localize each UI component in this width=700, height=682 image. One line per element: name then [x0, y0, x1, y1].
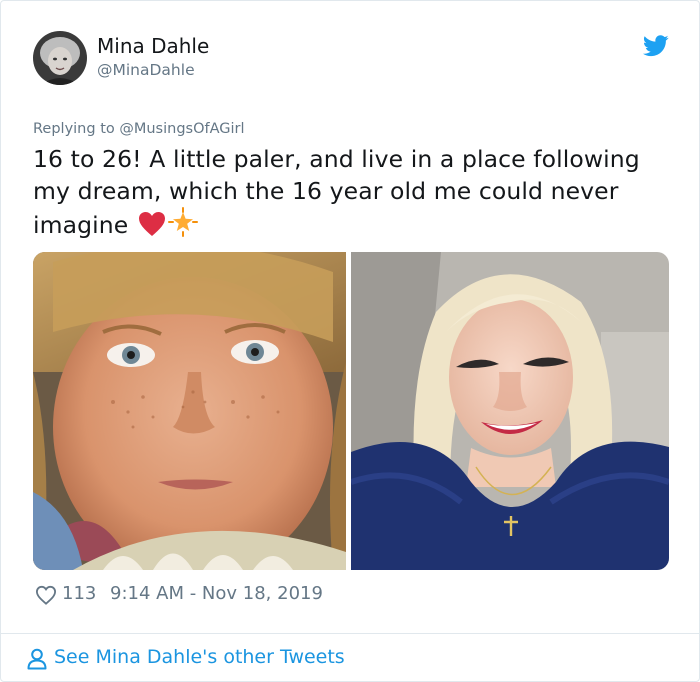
current-self-photo[interactable] — [351, 252, 669, 570]
author-display-name[interactable]: Mina Dahle — [97, 34, 209, 58]
reply-context: Replying to @MusingsOfAGirl — [33, 121, 245, 137]
tweet-media — [33, 252, 669, 570]
tweet-header: Mina Dahle @MinaDahle — [33, 31, 673, 91]
tweet-card: Mina Dahle @MinaDahle Replying to @Musin… — [0, 0, 700, 682]
reply-mention-link[interactable]: @MusingsOfAGirl — [119, 121, 244, 137]
red-heart-icon — [138, 211, 166, 245]
like-count[interactable]: 113 — [62, 583, 96, 604]
twitter-bird-icon[interactable] — [643, 35, 669, 57]
author-handle[interactable]: @MinaDahle — [97, 61, 195, 79]
younger-self-photo[interactable] — [33, 252, 346, 570]
tweet-body: 16 to 26! A little paler, and live in a … — [33, 145, 640, 239]
avatar[interactable] — [33, 31, 87, 85]
tweet-meta: 113 9:14 AM - Nov 18, 2019 — [33, 583, 673, 609]
heart-outline-icon[interactable] — [35, 585, 57, 610]
footer-link-label[interactable]: See Mina Dahle's other Tweets — [54, 646, 345, 668]
tweet-timestamp[interactable]: 9:14 AM - Nov 18, 2019 — [110, 583, 323, 604]
person-icon — [27, 648, 47, 675]
footer-divider — [1, 633, 699, 634]
reply-prefix: Replying to — [33, 121, 115, 137]
tweet-text: 16 to 26! A little paler, and live in a … — [33, 143, 673, 245]
glowing-star-icon — [167, 207, 198, 245]
